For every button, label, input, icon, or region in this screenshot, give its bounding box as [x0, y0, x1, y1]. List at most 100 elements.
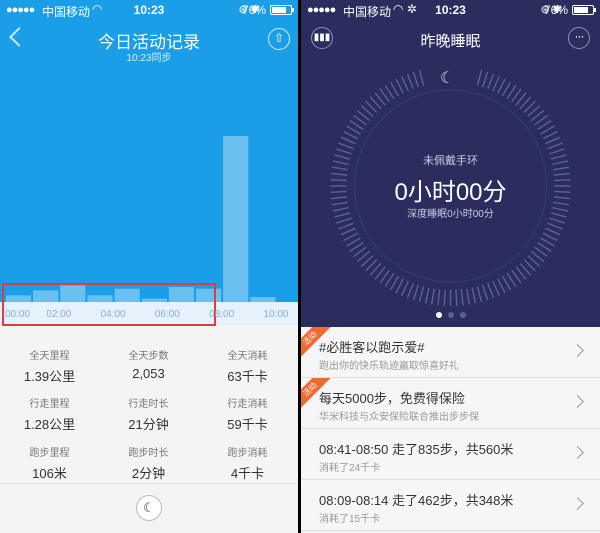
ring-tick: [540, 125, 555, 135]
sleep-screen: ●●●●● 中国移动 ◠ ✲ 10:23 ⊛ ✱ 76% ▮▮▮ 昨晚睡眠 ··…: [301, 0, 600, 533]
ring-tick: [487, 282, 495, 299]
ring-tick: [395, 278, 404, 294]
ring-tick: [437, 289, 441, 306]
ring-tick: [466, 288, 470, 305]
x-tick-label: 10:00: [263, 309, 289, 320]
stat-label: 行走消耗: [227, 399, 268, 410]
sync-time: 10:23同步: [126, 53, 172, 64]
list-item[interactable]: 活动 #必胜客以跑示爱# 跑出你的快乐轨迹赢取惊喜好礼: [301, 327, 600, 378]
page-dot[interactable]: [435, 312, 442, 318]
ring-tick: [431, 288, 435, 305]
activity-screen: ●●●●● 中国移动 ◠ 10:23 ⊛ ✱ 76% 今日活动记录 10:23同…: [0, 0, 298, 533]
ring-tick: [418, 286, 425, 303]
sleep-mode-moon-icon[interactable]: ☾: [136, 495, 162, 521]
stat-value: 4千卡: [230, 466, 265, 481]
stat-cell: 行走时长 21分钟: [99, 395, 198, 433]
ring-tick: [545, 136, 561, 145]
list-item[interactable]: 08:41-08:50 走了835步，共560米 消耗了24千卡: [301, 429, 600, 480]
stat-value: 63千卡: [227, 369, 268, 384]
ring-tick: [542, 130, 558, 140]
stat-label: 行走里程: [29, 399, 70, 410]
ring-tick: [406, 73, 414, 90]
chevron-right-icon: [571, 497, 584, 510]
ring-tick: [406, 282, 414, 299]
ring-tick: [412, 284, 420, 301]
x-tick-label: 00:00: [5, 309, 31, 320]
stat-cell: 行走里程 1.28公里: [0, 395, 99, 433]
stat-label: 跑步里程: [29, 448, 70, 459]
ring-tick: [443, 289, 446, 306]
page-dot[interactable]: [459, 312, 466, 318]
more-icon[interactable]: ···: [568, 27, 590, 49]
ring-tick: [346, 237, 361, 247]
x-tick-label: 02:00: [46, 309, 72, 320]
stat-label: 全天消耗: [227, 351, 268, 362]
deep-sleep: 深度睡眠0小时00分: [407, 209, 494, 220]
status-bar: ●●●●● 中国移动 ◠ 10:23 ⊛ ✱ 76%: [0, 0, 298, 20]
stat-label: 行走时长: [128, 399, 169, 410]
ring-tick: [476, 286, 483, 303]
stat-value: 106米: [32, 466, 67, 481]
ring-tick: [542, 232, 558, 242]
ring-tick: [481, 71, 489, 88]
page-title: 昨晚睡眠: [420, 33, 481, 50]
ring-tick: [424, 287, 430, 304]
chevron-right-icon: [571, 344, 584, 357]
ring-tick: [497, 278, 506, 294]
stat-label: 全天步数: [128, 351, 169, 362]
stat-value: 1.39公里: [23, 369, 76, 384]
stat-cell: 跑步消耗 4千卡: [198, 444, 297, 482]
item-subtitle: 消耗了15千卡: [319, 514, 381, 525]
ring-tick: [501, 81, 512, 97]
page-dot[interactable]: [447, 312, 454, 318]
ring-tick: [418, 69, 425, 86]
x-tick-label: 04:00: [100, 309, 126, 320]
battery-icon: [270, 5, 294, 15]
stat-label: 跑步消耗: [227, 448, 268, 459]
stat-label: 全天里程: [29, 351, 70, 362]
ring-tick: [389, 275, 400, 291]
ring-tick: [343, 232, 359, 242]
ring-tick: [547, 222, 563, 230]
battery-icon: [572, 5, 596, 15]
ring-tick: [487, 73, 495, 90]
page-indicator[interactable]: [301, 305, 600, 323]
activity-bar: [223, 136, 249, 302]
ring-tick: [343, 130, 359, 140]
status-bar: ●●●●● 中国移动 ◠ ✲ 10:23 ⊛ ✱ 76%: [301, 0, 600, 20]
ring-tick: [340, 136, 356, 145]
stat-cell: 行走消耗 59千卡: [198, 395, 297, 433]
ring-tick: [492, 280, 500, 296]
ring-tick: [346, 125, 361, 135]
battery-percent: 76%: [241, 3, 266, 17]
stat-cell: 全天步数 2,053: [99, 347, 198, 381]
item-title: 每天5000步，免费得保险: [319, 391, 465, 406]
stat-value: 2,053: [132, 366, 165, 381]
x-tick-label: 06:00: [154, 309, 180, 320]
stat-cell: 全天消耗 63千卡: [198, 347, 297, 385]
list-item[interactable]: 08:09-08:14 走了462步，共348米 消耗了15千卡: [301, 480, 600, 531]
item-title: 08:09-08:14 走了462步，共348米: [319, 493, 514, 508]
ring-tick: [497, 78, 506, 94]
chevron-right-icon: [571, 446, 584, 459]
stat-cell: 跑步里程 106米: [0, 444, 99, 482]
ring-tick: [412, 71, 420, 88]
ring-tick: [501, 275, 512, 291]
ring-tick: [340, 227, 356, 236]
battery-percent: 76%: [543, 3, 568, 17]
stat-value: 21分钟: [128, 417, 169, 432]
sleep-panel: ●●●●● 中国移动 ◠ ✲ 10:23 ⊛ ✱ 76% ▮▮▮ 昨晚睡眠 ··…: [301, 0, 600, 327]
bottom-toolbar: ☾: [0, 483, 298, 533]
ring-tick: [460, 289, 464, 306]
ring-tick: [547, 142, 563, 150]
ring-tick: [338, 222, 354, 230]
list-item[interactable]: 活动 每天5000步，免费得保险 华米科技与众安保险联合推出步步保: [301, 378, 600, 429]
ring-tick: [455, 289, 458, 306]
ring-tick: [481, 284, 489, 301]
stat-value: 2分钟: [131, 466, 166, 481]
stat-label: 跑步时长: [128, 448, 169, 459]
item-title: #必胜客以跑示爱#: [319, 340, 425, 355]
ring-tick: [476, 69, 483, 86]
share-icon[interactable]: ⇧: [268, 28, 290, 50]
sleep-total: 0小时00分: [394, 179, 507, 206]
